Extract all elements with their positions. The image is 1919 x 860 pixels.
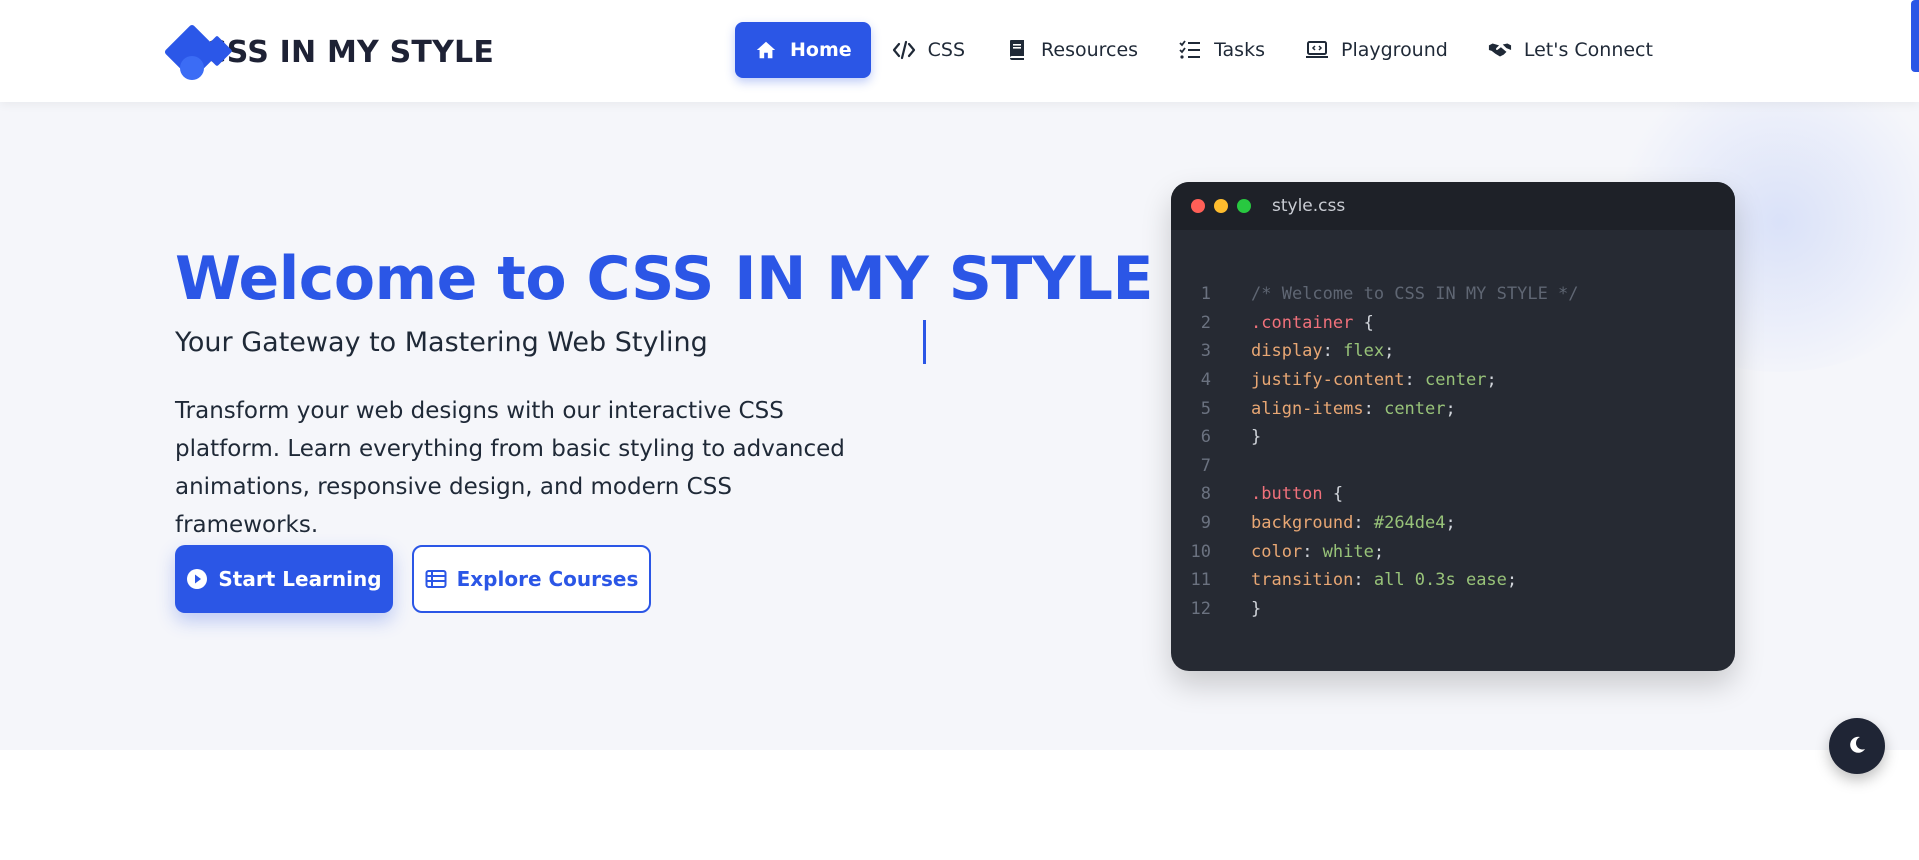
nav-item-label: Let's Connect xyxy=(1523,39,1653,61)
code-line: 1 /* Welcome to CSS IN MY STYLE */ xyxy=(1171,280,1735,309)
start-learning-button[interactable]: Start Learning xyxy=(175,545,393,613)
code-line: 8 .button { xyxy=(1171,480,1735,509)
moon-icon xyxy=(1847,735,1867,758)
code-token: : xyxy=(1363,398,1385,419)
code-line: 12} xyxy=(1171,595,1735,624)
explore-courses-button[interactable]: Explore Courses xyxy=(412,545,651,613)
line-number: 3 xyxy=(1200,341,1211,362)
code-token: align-items xyxy=(1251,398,1364,419)
code-token: display xyxy=(1251,341,1323,362)
line-number: 12 xyxy=(1190,598,1211,619)
code-token: : xyxy=(1404,370,1426,391)
main-nav: Home CSS Resources Tasks Playground Let'… xyxy=(735,22,1674,78)
laptop-code-icon xyxy=(1305,38,1329,62)
minimize-dot-icon xyxy=(1214,199,1228,213)
code-line: 5 align-items: center; xyxy=(1171,394,1735,423)
code-token: transition xyxy=(1251,570,1354,591)
line-number: 9 xyxy=(1200,513,1211,534)
start-learning-label: Start Learning xyxy=(218,567,382,591)
code-token: ; xyxy=(1373,541,1385,562)
code-preview-window: style.css 1 /* Welcome to CSS IN MY STYLE… xyxy=(1171,182,1735,671)
handshake-icon xyxy=(1488,38,1512,62)
code-token: justify-content xyxy=(1251,370,1405,391)
code-token: .button xyxy=(1251,484,1323,505)
scrollbar-thumb[interactable] xyxy=(1911,0,1919,72)
code-token: background xyxy=(1251,513,1354,534)
code-token: white xyxy=(1322,541,1374,562)
hero-description: Transform your web designs with our inte… xyxy=(175,398,845,538)
code-token: color xyxy=(1251,541,1303,562)
code-line: 7 xyxy=(1171,452,1735,481)
checklist-icon xyxy=(1178,38,1202,62)
code-line: 10 color: white; xyxy=(1171,537,1735,566)
nav-item-playground[interactable]: Playground xyxy=(1286,22,1467,78)
code-body: 1 /* Welcome to CSS IN MY STYLE */ 2 .conta… xyxy=(1171,230,1735,623)
code-token: } xyxy=(1251,427,1262,448)
line-number: 8 xyxy=(1200,484,1211,505)
code-token: : xyxy=(1353,513,1374,534)
line-number: 10 xyxy=(1190,541,1211,562)
nav-item-resources[interactable]: Resources xyxy=(986,22,1157,78)
nav-item-connect[interactable]: Let's Connect xyxy=(1469,22,1672,78)
nav-item-label: Tasks xyxy=(1214,39,1265,61)
hero-section: Welcome to CSS IN MY STYLE Your Gateway … xyxy=(0,102,1919,750)
code-filename: style.css xyxy=(1272,196,1346,216)
hero-title: Welcome to CSS IN MY STYLE xyxy=(175,244,1154,314)
nav-item-css[interactable]: CSS xyxy=(873,22,984,78)
line-number: 5 xyxy=(1200,398,1211,419)
logo-mark-icon xyxy=(163,22,238,82)
code-token: ; xyxy=(1506,570,1518,591)
navbar: CSS IN MY STYLE Home CSS Resources Tasks xyxy=(0,0,1919,102)
brand-logo[interactable]: CSS IN MY STYLE xyxy=(163,22,495,82)
nav-item-label: Resources xyxy=(1041,39,1139,61)
line-number: 1 xyxy=(1200,284,1211,305)
code-token: ; xyxy=(1445,398,1456,419)
code-line: 6} xyxy=(1171,423,1735,452)
code-token: } xyxy=(1251,598,1262,619)
code-line: 9 background: #264de4; xyxy=(1171,509,1735,538)
code-token: { xyxy=(1353,312,1374,333)
code-token: center xyxy=(1425,370,1487,391)
code-token: : xyxy=(1353,570,1374,591)
code-token: ; xyxy=(1445,513,1456,534)
dark-mode-toggle[interactable] xyxy=(1829,718,1885,774)
code-token: : xyxy=(1322,341,1344,362)
line-number: 7 xyxy=(1200,455,1211,476)
code-token: ; xyxy=(1384,341,1395,362)
code-line: 2 .container { xyxy=(1171,309,1735,338)
hero-subtitle: Your Gateway to Mastering Web Styling xyxy=(175,327,708,358)
play-circle-icon xyxy=(186,568,208,590)
brand-name: CSS IN MY STYLE xyxy=(204,34,495,70)
code-line: 4 justify-content: center; xyxy=(1171,366,1735,395)
maximize-dot-icon xyxy=(1237,199,1251,213)
code-token: center xyxy=(1384,398,1446,419)
table-list-icon xyxy=(425,568,447,590)
book-icon xyxy=(1005,38,1029,62)
code-token: ; xyxy=(1486,370,1497,391)
code-window-header: style.css xyxy=(1171,182,1735,230)
line-number: 4 xyxy=(1200,370,1211,391)
typing-cursor xyxy=(923,320,926,364)
code-icon xyxy=(892,38,916,62)
code-line: 11 transition: all 0.3s ease; xyxy=(1171,566,1735,595)
line-number: 2 xyxy=(1200,312,1211,333)
code-token: { xyxy=(1322,484,1344,505)
code-token: all 0.3s ease xyxy=(1373,570,1507,591)
nav-item-tasks[interactable]: Tasks xyxy=(1159,22,1284,78)
code-token: : xyxy=(1302,541,1323,562)
nav-item-label: CSS xyxy=(927,39,966,61)
code-token: /* Welcome to CSS IN MY STYLE */ xyxy=(1251,284,1579,305)
code-token: #264de4 xyxy=(1373,513,1446,534)
home-icon xyxy=(754,38,778,62)
line-number: 11 xyxy=(1190,570,1211,591)
code-token: .container xyxy=(1251,312,1354,333)
code-line: 3 display: flex; xyxy=(1171,337,1735,366)
nav-item-label: Home xyxy=(790,39,852,61)
nav-item-label: Playground xyxy=(1340,39,1448,61)
line-number: 6 xyxy=(1200,427,1211,448)
nav-item-home[interactable]: Home xyxy=(735,22,871,78)
close-dot-icon xyxy=(1191,199,1205,213)
explore-courses-label: Explore Courses xyxy=(456,567,639,591)
code-token: flex xyxy=(1343,341,1385,362)
